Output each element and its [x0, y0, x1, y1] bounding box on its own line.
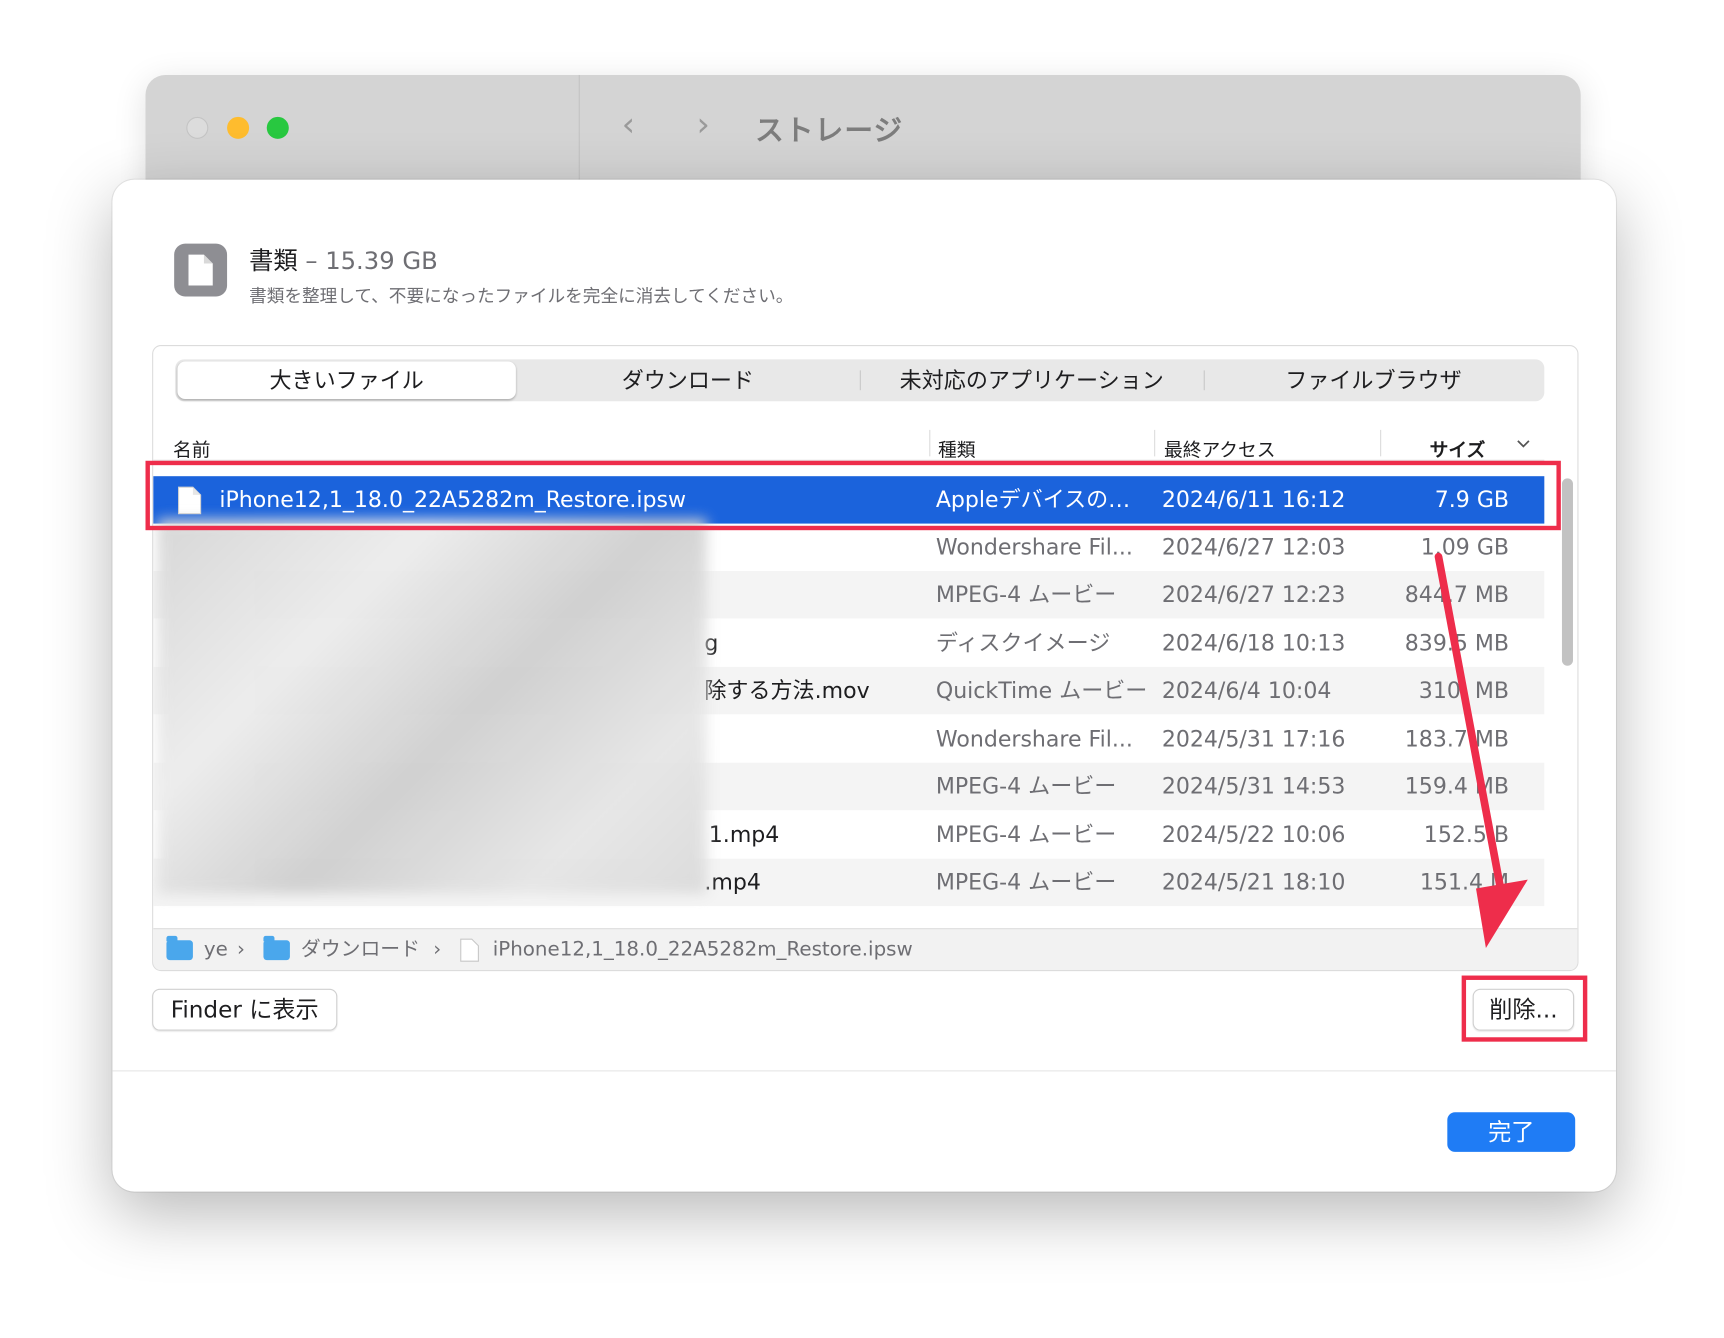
- annotation-arrow: [1434, 552, 1528, 948]
